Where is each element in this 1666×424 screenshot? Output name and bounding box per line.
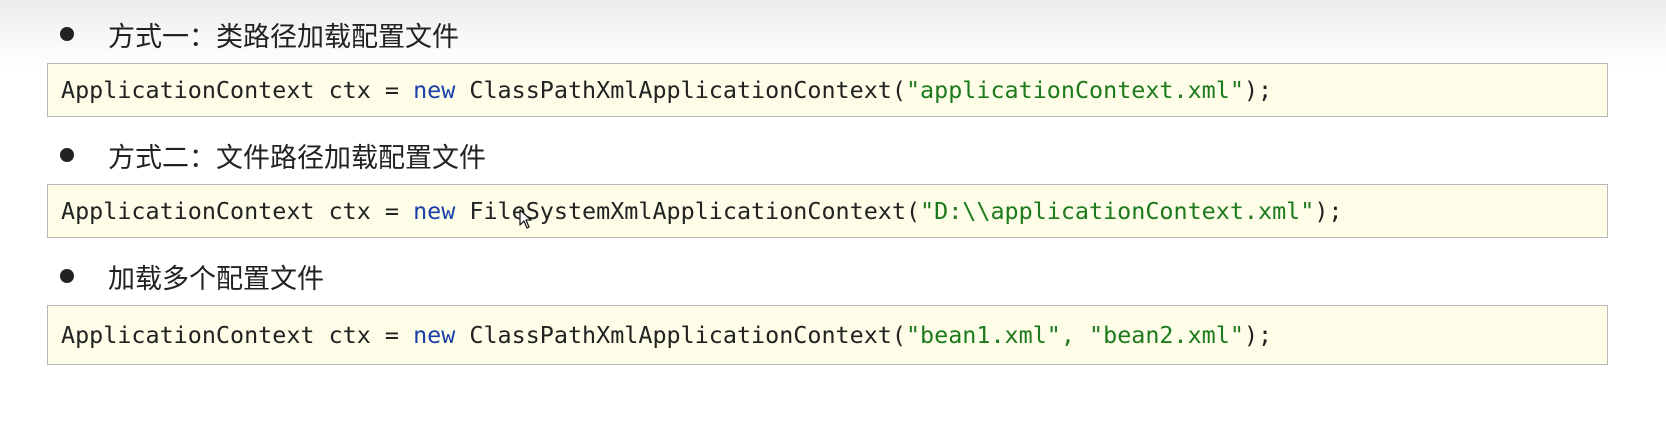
code-call: ClassPathXmlApplicationContext( — [455, 76, 906, 104]
code-prefix: ApplicationContext ctx = — [61, 197, 414, 225]
code-prefix: ApplicationContext ctx = — [61, 321, 414, 349]
mouse-cursor-icon — [519, 209, 532, 229]
code-line: ApplicationContext ctx = new ClassPathXm… — [61, 321, 1272, 349]
bullet-heading: 方式一：类路径加载配置文件 — [108, 21, 459, 53]
bullet-dot-icon — [60, 269, 74, 283]
bullet-item-classpath: 方式一：类路径加载配置文件 — [60, 14, 459, 54]
code-block-multiple: ApplicationContext ctx = new ClassPathXm… — [47, 305, 1608, 365]
bullet-heading: 加载多个配置文件 — [108, 263, 324, 295]
code-keyword: new — [413, 76, 456, 104]
code-prefix: ApplicationContext ctx = — [61, 76, 414, 104]
bullet-item-filesystem: 方式二：文件路径加载配置文件 — [60, 135, 486, 175]
code-string-args: "D:\\applicationContext.xml" — [920, 197, 1315, 225]
code-keyword: new — [413, 321, 456, 349]
code-suffix: ); — [1243, 321, 1273, 349]
bullet-heading: 方式二：文件路径加载配置文件 — [108, 142, 486, 174]
code-string-args: "applicationContext.xml" — [905, 76, 1244, 104]
code-call: ClassPathXmlApplicationContext( — [455, 321, 906, 349]
bullet-dot-icon — [60, 148, 74, 162]
bullet-item-multiple: 加载多个配置文件 — [60, 256, 324, 296]
code-keyword: new — [413, 197, 456, 225]
code-block-classpath: ApplicationContext ctx = new ClassPathXm… — [47, 63, 1608, 117]
code-suffix: ); — [1243, 76, 1273, 104]
code-string-args: "bean1.xml", "bean2.xml" — [905, 321, 1244, 349]
code-suffix: ); — [1314, 197, 1343, 225]
bullet-dot-icon — [60, 27, 74, 41]
code-block-filesystem: ApplicationContext ctx = new FileSystemX… — [47, 184, 1608, 238]
code-line: ApplicationContext ctx = new FileSystemX… — [61, 197, 1343, 225]
code-line: ApplicationContext ctx = new ClassPathXm… — [61, 76, 1272, 104]
